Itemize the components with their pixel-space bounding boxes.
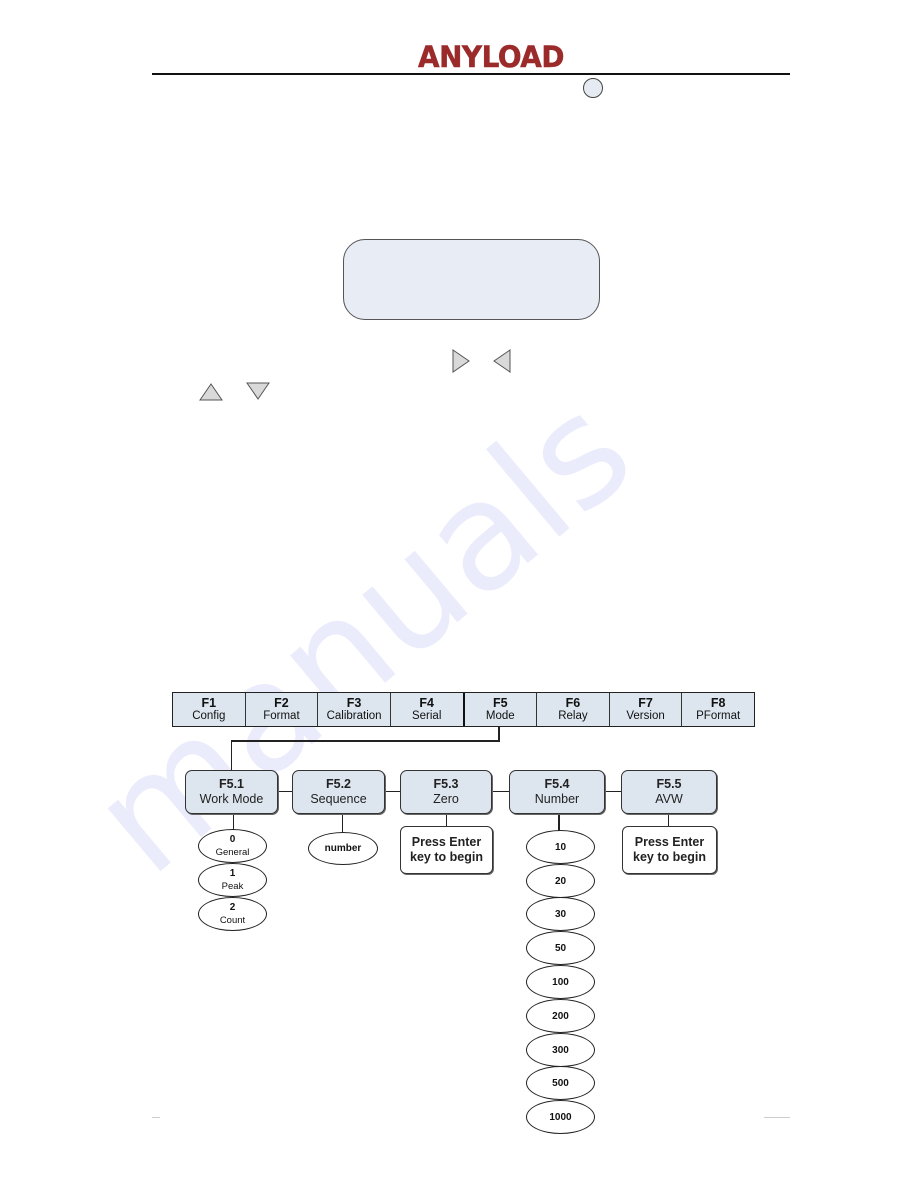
menu-label: Config: [192, 709, 226, 722]
menu-item-f7[interactable]: F7 Version: [610, 693, 683, 726]
menu-item-f2[interactable]: F2 Format: [246, 693, 319, 726]
option-value: 20: [554, 875, 567, 887]
menu-item-f5[interactable]: F5 Mode: [465, 693, 538, 726]
menu-code: F8: [710, 695, 726, 710]
menu-label: Version: [626, 709, 665, 722]
menu-item-f4[interactable]: F4 Serial: [391, 693, 465, 726]
note-line: Press Enter: [634, 835, 705, 849]
option-number-200[interactable]: 200: [526, 999, 595, 1033]
option-number-50[interactable]: 50: [526, 931, 595, 965]
option-value: 10: [554, 841, 567, 853]
svg-text:manuals: manuals: [61, 363, 663, 908]
submenu-code: F5.2: [325, 777, 351, 791]
option-number-300[interactable]: 300: [526, 1033, 595, 1067]
option-value: number: [324, 843, 362, 854]
submenu-code: F5.1: [218, 777, 244, 791]
menu-label: Relay: [558, 709, 588, 722]
note-line: key to begin: [410, 850, 483, 864]
option-label: General: [215, 847, 250, 858]
connector-line: [605, 791, 622, 792]
connector-line: [233, 814, 234, 830]
anyload-logo: ANYLOAD: [418, 40, 565, 72]
connector-line: [498, 727, 500, 741]
option-work-mode-peak[interactable]: 1 Peak: [198, 863, 267, 897]
submenu-label: Sequence: [310, 792, 367, 806]
menu-item-f8[interactable]: F8 PFormat: [682, 693, 754, 726]
option-value: 0: [229, 834, 236, 845]
submenu-code: F5.4: [544, 777, 570, 791]
option-value: 1000: [549, 1111, 572, 1123]
zero-instruction: Press Enter key to begin: [400, 826, 493, 874]
option-value: 50: [554, 942, 567, 954]
watermark: manuals: [61, 363, 663, 908]
submenu-avw[interactable]: F5.5 AVW: [621, 770, 717, 814]
menu-code: F2: [274, 695, 289, 710]
connector-line: [231, 740, 232, 771]
option-number-1000[interactable]: 1000: [526, 1100, 595, 1134]
submenu-label: Work Mode: [199, 792, 264, 806]
header-rule: [152, 73, 790, 75]
menu-code: F6: [565, 695, 581, 710]
menu-code: F4: [419, 695, 434, 710]
brand-name: ANYLOAD: [418, 40, 564, 72]
submenu-zero[interactable]: F5.3 Zero: [400, 770, 492, 814]
option-label: Count: [219, 915, 246, 926]
option-number-500[interactable]: 500: [526, 1066, 595, 1100]
submenu-label: AVW: [655, 792, 683, 806]
connector-line: [231, 740, 500, 742]
menu-item-f6[interactable]: F6 Relay: [537, 693, 610, 726]
connector-line: [492, 791, 509, 792]
triangle-down-icon: [246, 382, 270, 400]
option-work-mode-general[interactable]: 0 General: [198, 829, 267, 863]
menu-item-f1[interactable]: F1 Config: [173, 693, 246, 726]
option-number-20[interactable]: 20: [526, 864, 595, 898]
note-line: key to begin: [633, 850, 706, 864]
option-value: 500: [552, 1077, 569, 1089]
triangle-left-icon: [493, 349, 511, 373]
display-box: [343, 239, 600, 320]
circle-key-icon: [583, 78, 603, 98]
menu-code: F5: [493, 695, 508, 710]
avw-instruction: Press Enter key to begin: [622, 826, 717, 874]
option-value: 2: [229, 902, 236, 913]
option-sequence-number[interactable]: number: [308, 832, 378, 865]
note-line: Press Enter: [411, 835, 482, 849]
connector-line: [385, 791, 401, 792]
option-value: 300: [552, 1044, 569, 1056]
option-number-100[interactable]: 100: [526, 965, 595, 999]
option-number-10[interactable]: 10: [526, 830, 595, 864]
connector-line: [278, 791, 292, 792]
triangle-right-icon: [452, 349, 470, 373]
submenu-label: Number: [534, 792, 580, 806]
submenu-work-mode[interactable]: F5.1 Work Mode: [185, 770, 278, 814]
option-label: Peak: [221, 881, 244, 892]
triangle-up-icon: [199, 383, 223, 401]
menu-label: PFormat: [696, 709, 741, 722]
menu-label: Serial: [411, 709, 442, 722]
submenu-label: Zero: [433, 792, 459, 806]
menu-code: F3: [346, 695, 362, 710]
footer-mark: [764, 1117, 790, 1118]
menu-code: F7: [638, 695, 653, 710]
option-number-30[interactable]: 30: [526, 897, 595, 931]
submenu-code: F5.5: [656, 777, 682, 791]
option-value: 100: [552, 976, 569, 988]
footer-mark: [152, 1117, 160, 1118]
submenu-sequence[interactable]: F5.2 Sequence: [292, 770, 385, 814]
submenu-code: F5.3: [433, 777, 459, 791]
option-work-mode-count[interactable]: 2 Count: [198, 897, 267, 931]
option-value: 30: [554, 908, 567, 920]
option-value: 200: [552, 1010, 569, 1022]
menu-item-f3[interactable]: F3 Calibration: [318, 693, 391, 726]
main-menu: F1 Config F2 Format F3 Calibration F4 Se…: [172, 692, 755, 727]
submenu-number[interactable]: F5.4 Number: [509, 770, 605, 814]
connector-line: [342, 814, 343, 834]
menu-label: Mode: [485, 709, 515, 722]
menu-code: F1: [201, 695, 217, 710]
menu-label: Calibration: [326, 709, 382, 722]
connector-line: [558, 814, 560, 831]
option-value: 1: [229, 868, 236, 879]
menu-label: Format: [263, 709, 300, 722]
